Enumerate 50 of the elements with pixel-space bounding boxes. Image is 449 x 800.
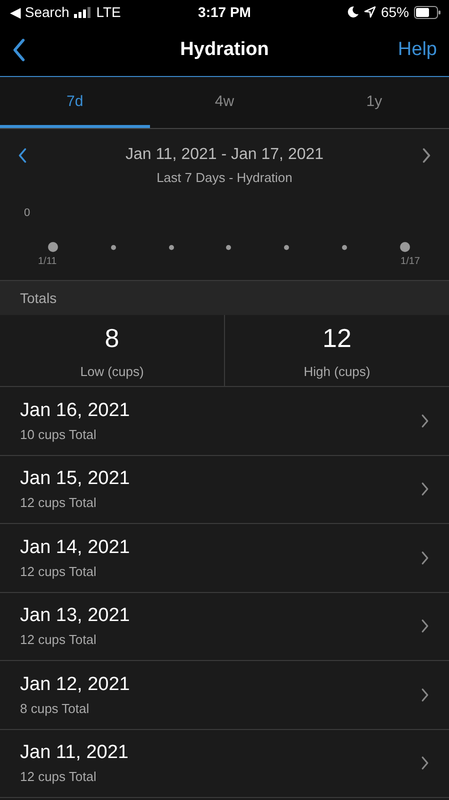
period-tab[interactable]: 4w (150, 77, 300, 128)
axis-label: 1/11 (38, 256, 57, 267)
day-row[interactable]: Jan 15, 2021 12 cups Total (0, 456, 449, 524)
moon-icon (346, 6, 359, 18)
day-date: Jan 11, 2021 (20, 742, 128, 764)
chevron-icon[interactable] (421, 619, 429, 634)
day-total: 12 cups Total (20, 632, 98, 648)
clock: 3:17 PM (198, 4, 251, 20)
axis-label: 0 (24, 207, 30, 219)
back-icon[interactable] (12, 38, 26, 62)
battery-icon (414, 6, 441, 18)
stat-value: 12 (322, 322, 352, 354)
day-row[interactable]: Jan 11, 2021 12 cups Total (0, 730, 449, 798)
network-label: LTE (96, 4, 121, 20)
day-date: Jan 14, 2021 (20, 536, 130, 559)
day-date: Jan 12, 2021 (20, 674, 130, 696)
day-total: 8 cups Total (20, 700, 90, 716)
stat-label: High (cups) (304, 364, 370, 378)
stat-value: 8 (104, 322, 120, 354)
next-icon[interactable] (422, 148, 431, 163)
stat-label: Low (cups) (80, 364, 144, 378)
chevron-icon[interactable] (421, 550, 429, 565)
battery-percent: 65% (380, 4, 409, 20)
day-row[interactable]: Jan 16, 2021 10 cups Total (0, 387, 449, 456)
day-total: 10 cups Total (20, 426, 98, 442)
day-total: 12 cups Total (20, 564, 98, 579)
day-total: 12 cups Total (20, 495, 98, 510)
day-row[interactable]: Jan 13, 2021 12 cups Total (0, 592, 449, 661)
back-to-app-link[interactable]: ◀ Search (10, 4, 70, 20)
period-tab[interactable]: 1y (299, 77, 449, 128)
section-header: Totals (0, 281, 449, 315)
day-date: Jan 15, 2021 (20, 468, 130, 490)
location-arrow-icon (364, 6, 376, 18)
screen-title: Hydration (180, 39, 269, 61)
axis-label: 1/17 (400, 256, 420, 267)
period-tab[interactable]: 7d (0, 77, 150, 128)
day-row[interactable]: Jan 14, 2021 12 cups Total (0, 524, 449, 592)
range-subtitle: Last 7 Days - Hydration (156, 170, 292, 185)
day-row[interactable]: Jan 12, 2021 8 cups Total (0, 661, 449, 730)
chevron-icon[interactable] (421, 482, 429, 496)
chevron-icon[interactable] (421, 756, 429, 770)
day-total: 12 cups Total (20, 769, 98, 784)
signal-icon (74, 6, 92, 18)
day-date: Jan 16, 2021 (20, 400, 130, 422)
help-button[interactable]: Help (398, 39, 437, 61)
date-range: Jan 11, 2021 - Jan 17, 2021 (125, 146, 324, 164)
chevron-icon[interactable] (421, 414, 429, 428)
previous-icon[interactable] (18, 148, 27, 163)
chevron-icon[interactable] (421, 688, 429, 702)
day-date: Jan 13, 2021 (20, 605, 130, 628)
